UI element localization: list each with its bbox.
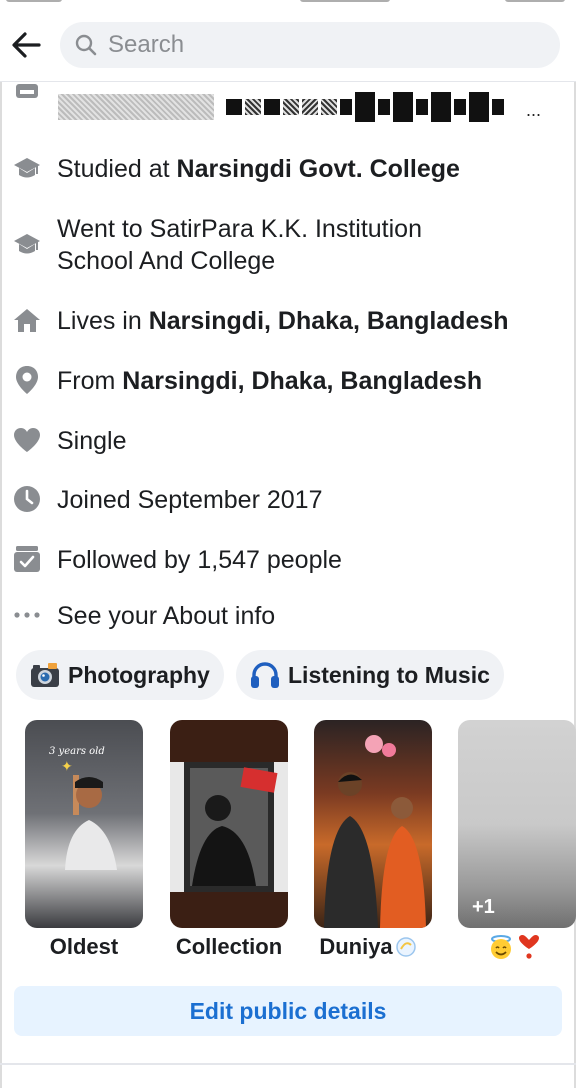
more-dots-icon xyxy=(12,600,42,630)
featured-card-more[interactable]: +1 xyxy=(458,720,576,928)
see-about-info-link[interactable]: See your About info xyxy=(0,600,576,632)
sparkle-globe-icon xyxy=(395,937,416,957)
about-item-text: Single xyxy=(57,427,127,455)
search-placeholder: Search xyxy=(108,31,185,58)
more-count-badge: +1 xyxy=(472,896,495,918)
featured-label: Oldest xyxy=(49,934,119,959)
edit-public-details-button[interactable]: Edit public details xyxy=(14,986,562,1036)
headphones-icon xyxy=(251,662,279,688)
location-pin-icon xyxy=(12,365,42,395)
followers-icon xyxy=(12,544,42,574)
clock-icon xyxy=(12,484,42,514)
about-item-bold[interactable]: Narsingdi, Dhaka, Bangladesh xyxy=(122,367,482,395)
heart-icon xyxy=(12,425,42,455)
about-item-bold[interactable]: Narsingdi Govt. College xyxy=(177,155,460,183)
search-input[interactable]: Search xyxy=(60,22,560,68)
about-relationship: Single xyxy=(0,425,576,457)
about-item-text: Went to SatirPara K.K. Institution Schoo… xyxy=(57,215,422,275)
back-button[interactable] xyxy=(6,24,46,66)
hobby-chip-photography[interactable]: Photography xyxy=(16,650,224,700)
redacted-ellipsis: ... xyxy=(526,100,542,120)
about-item-prefix: Studied at xyxy=(57,155,177,183)
about-item-text: Followed by 1,547 people xyxy=(57,546,342,574)
arrow-left-icon xyxy=(12,32,41,58)
person-photo xyxy=(65,775,117,870)
about-education-college: Studied at Narsingdi Govt. College xyxy=(0,153,576,185)
featured-label-duniya: Duniya xyxy=(314,934,422,960)
graduation-cap-icon xyxy=(12,153,42,183)
search-icon xyxy=(75,34,97,56)
hobby-chip-music[interactable]: Listening to Music xyxy=(236,650,504,700)
featured-label: Collection xyxy=(175,934,283,959)
video-thumbnail xyxy=(170,762,288,892)
top-bar: Search xyxy=(0,10,576,82)
heart-exclamation-icon xyxy=(519,934,539,959)
about-lives-in: Lives in Narsingdi, Dhaka, Bangladesh xyxy=(0,305,576,337)
camera-icon xyxy=(31,663,59,687)
about-item-prefix: Lives in xyxy=(57,307,149,335)
redacted-blur xyxy=(58,94,214,120)
featured-card-duniya[interactable] xyxy=(314,720,432,928)
hobby-label: Photography xyxy=(68,661,210,688)
work-icon xyxy=(16,84,38,98)
graduation-cap-icon xyxy=(12,229,42,259)
couple-photo xyxy=(324,735,426,928)
about-item-text: See your About info xyxy=(57,602,276,630)
status-bar xyxy=(0,0,576,10)
home-icon xyxy=(12,305,42,335)
redacted-info-row: ... xyxy=(14,84,554,126)
about-item-text: Joined September 2017 xyxy=(57,486,323,514)
hobby-label: Listening to Music xyxy=(288,661,490,688)
about-from: From Narsingdi, Dhaka, Bangladesh xyxy=(0,365,576,397)
about-item-prefix: From xyxy=(57,367,123,395)
halo-smiley-icon xyxy=(491,935,511,959)
edit-public-details-label: Edit public details xyxy=(189,997,387,1024)
featured-card-collection[interactable] xyxy=(170,720,288,928)
redacted-blocks xyxy=(226,92,504,122)
section-divider xyxy=(0,1063,576,1065)
featured-label: Duniya xyxy=(319,934,393,959)
about-item-bold[interactable]: Narsingdi, Dhaka, Bangladesh xyxy=(149,307,509,335)
featured-label-emoji xyxy=(488,934,548,960)
featured-card-oldest[interactable]: 3 years old ✦ xyxy=(25,720,143,928)
about-followers[interactable]: Followed by 1,547 people xyxy=(0,544,576,576)
about-joined: Joined September 2017 xyxy=(0,484,576,516)
about-education-school: Went to SatirPara K.K. Institution Schoo… xyxy=(0,213,576,277)
